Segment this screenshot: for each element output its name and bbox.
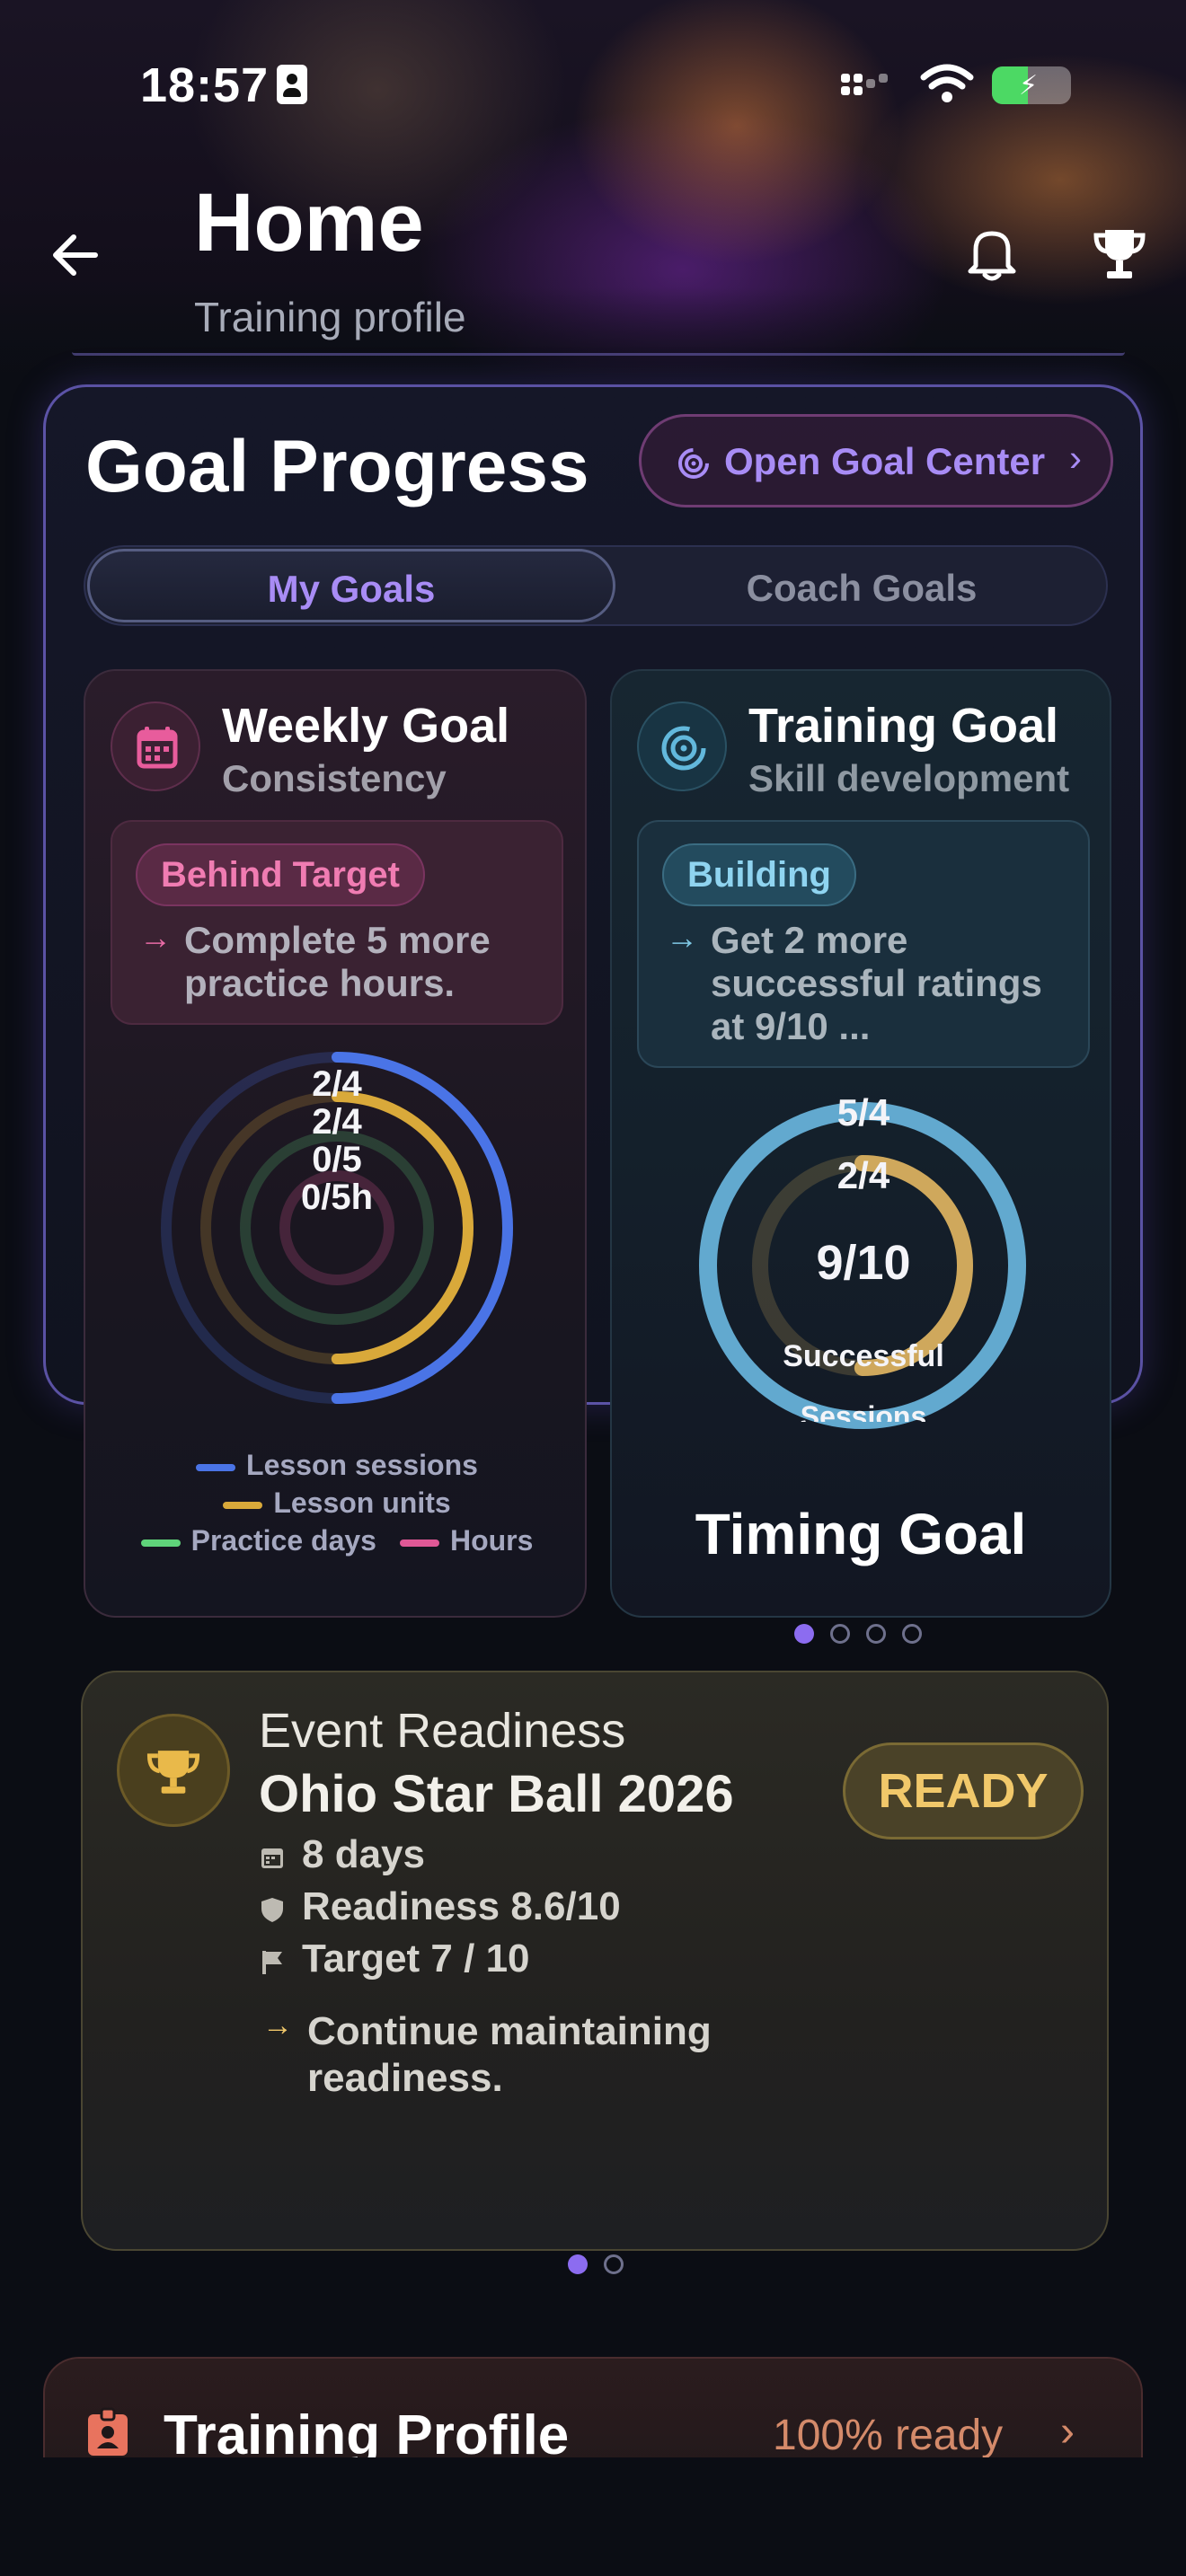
chevron-right-icon: › <box>1060 2408 1075 2456</box>
target-icon <box>637 701 727 791</box>
calendar-icon <box>111 701 200 791</box>
ring-label: 0/5 <box>312 1140 362 1179</box>
chevron-right-icon: › <box>1069 437 1082 479</box>
center-caption: Successful <box>783 1339 944 1373</box>
readiness-badge: READY <box>843 1742 1084 1839</box>
legend-item: Lesson units <box>85 1486 589 1520</box>
cellular-signal-icon <box>841 74 895 101</box>
status-badge: Building <box>662 843 856 906</box>
weekly-goal-title: Weekly Goal <box>222 699 510 753</box>
event-kicker: Event Readiness <box>259 1704 626 1758</box>
legend-label: Hours <box>449 1524 534 1557</box>
event-readiness-row: Readiness 8.6/10 <box>259 1884 621 1929</box>
battery-icon: ⚡ <box>992 66 1071 104</box>
training-goal-subtitle: Skill development <box>748 757 1070 799</box>
header-divider <box>72 348 1125 356</box>
goal-card-pager[interactable] <box>794 1624 938 1645</box>
next-goal-title: Timing Goal <box>695 1502 1027 1566</box>
weekly-message: Complete 5 more practice hours. <box>184 919 491 1004</box>
pager-dot[interactable] <box>794 1624 814 1644</box>
contact-card-icon <box>277 65 307 104</box>
wifi-icon <box>920 64 974 102</box>
calendar-icon <box>261 1848 283 1868</box>
tab-coach-goals-label: Coach Goals <box>746 567 978 609</box>
pager-dot[interactable] <box>866 1624 886 1644</box>
bell-icon[interactable] <box>967 226 1017 282</box>
page-subtitle: Training profile <box>194 294 466 340</box>
training-message: Get 2 more successful ratings at 9/10 ..… <box>711 919 1042 1047</box>
ring-label: 2/4 <box>312 1064 362 1104</box>
training-goal-card[interactable]: Training Goal Skill development Building… <box>610 669 1111 1618</box>
ring-label: 2/4 <box>836 1154 890 1196</box>
legend-label: Lesson sessions <box>246 1449 478 1481</box>
goal-progress-panel: Goal Progress Open Goal Center › My Goal… <box>43 384 1143 1618</box>
open-goal-center-label: Open Goal Center <box>724 440 1046 482</box>
back-arrow-icon[interactable] <box>50 230 101 280</box>
ring-label: 5/4 <box>836 1091 890 1134</box>
arrow-right-icon: → <box>262 2008 293 2042</box>
center-value: 9/10 <box>816 1236 911 1290</box>
pager-dot[interactable] <box>830 1624 850 1644</box>
open-goal-center-button[interactable]: Open Goal Center › <box>639 414 1113 507</box>
goal-tabs: My Goals Coach Goals <box>84 545 1108 626</box>
tab-my-goals-label: My Goals <box>267 568 436 610</box>
weekly-goal-subtitle: Consistency <box>222 757 447 799</box>
target-icon <box>678 448 709 479</box>
event-name: Ohio Star Ball 2026 <box>259 1765 734 1823</box>
page-title: Home <box>194 177 424 269</box>
event-readiness-card[interactable]: Event Readiness Ohio Star Ball 2026 READ… <box>81 1671 1109 2251</box>
pager-dot[interactable] <box>604 2254 624 2274</box>
bottom-bar <box>0 2457 1186 2576</box>
ring-label: 0/5h <box>300 1178 374 1217</box>
goal-progress-title: Goal Progress <box>85 426 589 507</box>
ring-label: 2/4 <box>312 1102 362 1142</box>
legend-item: Practice days Hours <box>85 1524 589 1557</box>
trophy-icon <box>117 1714 230 1827</box>
training-goal-title: Training Goal <box>748 699 1059 753</box>
event-days: 8 days <box>302 1832 425 1876</box>
event-readiness: Readiness 8.6/10 <box>302 1884 621 1928</box>
event-target: Target 7 / 10 <box>302 1936 530 1981</box>
pager-dot[interactable] <box>568 2254 588 2274</box>
training-rings: 5/4 2/4 9/10 Successful Sessions <box>612 1091 1115 1486</box>
training-status-box: Building → Get 2 more successful ratings… <box>637 820 1090 1068</box>
trophy-icon[interactable] <box>1093 226 1146 282</box>
id-badge-icon <box>88 2407 128 2456</box>
shield-icon <box>261 1898 283 1922</box>
event-message: Continue maintaining readiness. <box>307 2009 712 2100</box>
arrow-right-icon: → <box>139 919 172 956</box>
center-caption: Sessions <box>800 1400 927 1422</box>
status-badge: Behind Target <box>136 843 425 906</box>
tab-my-goals[interactable]: My Goals <box>87 549 615 622</box>
training-profile-status: 100% ready <box>773 2412 1004 2459</box>
flag-icon <box>262 1951 282 1974</box>
legend-label: Lesson units <box>273 1486 451 1519</box>
weekly-status-box: Behind Target → Complete 5 more practice… <box>111 820 563 1025</box>
legend-item: Lesson sessions <box>85 1449 589 1482</box>
weekly-goal-card[interactable]: Weekly Goal Consistency Behind Target → … <box>84 669 587 1618</box>
event-days-row: 8 days <box>259 1832 425 1877</box>
arrow-right-icon: → <box>666 919 698 956</box>
pager-dot[interactable] <box>902 1624 922 1644</box>
status-bar: 18:57 ⚡ <box>0 57 1186 112</box>
outer-pager[interactable] <box>525 2254 624 2276</box>
legend-label: Practice days <box>190 1524 376 1557</box>
status-time: 18:57 <box>140 58 270 112</box>
weekly-rings: 2/4 2/4 0/5 0/5h <box>85 1048 589 1443</box>
tab-coach-goals[interactable]: Coach Goals <box>615 549 1108 622</box>
event-target-row: Target 7 / 10 <box>259 1936 530 1981</box>
